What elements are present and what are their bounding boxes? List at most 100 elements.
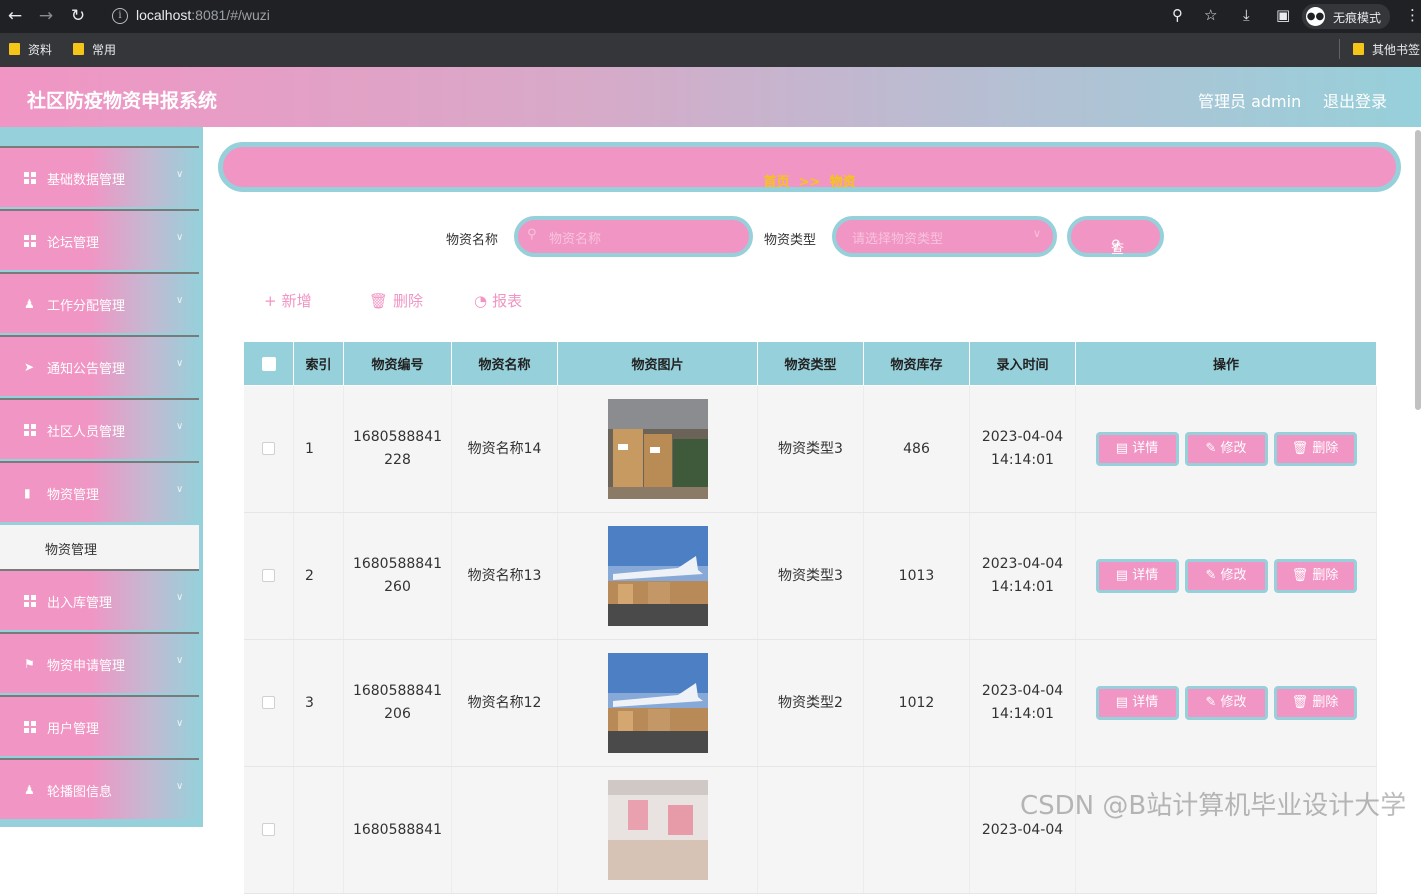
cell-index: 1 bbox=[293, 385, 344, 513]
col-image: 物资图片 bbox=[557, 341, 758, 386]
chevron-down-icon: ∨ bbox=[176, 781, 184, 792]
col-index: 索引 bbox=[293, 341, 344, 386]
back-icon[interactable]: ← bbox=[5, 6, 25, 26]
cell-code: 1680588841 260 bbox=[343, 512, 452, 640]
incognito-badge[interactable]: ●● 无痕模式 bbox=[1302, 4, 1390, 29]
row-checkbox[interactable] bbox=[261, 442, 275, 455]
col-name: 物资名称 bbox=[451, 341, 558, 386]
cell-code: 1680588841 228 bbox=[343, 385, 452, 513]
sidebar-item-label: 论坛管理 bbox=[47, 236, 100, 251]
sidebar-subitem-materials[interactable]: 物资管理 bbox=[0, 525, 199, 569]
edit-icon: ✎ bbox=[1205, 568, 1217, 583]
cell-image[interactable] bbox=[557, 385, 758, 513]
document-icon: ▤ bbox=[1115, 441, 1129, 456]
sidebar-item-community-staff[interactable]: 社区人员管理 ∨ bbox=[0, 398, 199, 459]
document-icon: ▤ bbox=[1115, 695, 1129, 710]
grid-icon bbox=[24, 424, 36, 436]
sidebar-item-notice[interactable]: ➤ 通知公告管理 ∨ bbox=[0, 335, 199, 396]
cell-image[interactable] bbox=[557, 766, 758, 894]
user-icon: ♟ bbox=[24, 297, 35, 311]
sidebar-item-label: 工作分配管理 bbox=[47, 299, 126, 314]
name-search-placeholder: 物资名称 bbox=[549, 232, 602, 247]
delete-button[interactable]: 🗑 删除 bbox=[1273, 559, 1357, 593]
breadcrumb: 首页 >> 物资 bbox=[218, 142, 1401, 192]
col-type: 物资类型 bbox=[757, 341, 864, 386]
type-select[interactable]: 请选择物资类型 ∨ bbox=[832, 216, 1057, 257]
edit-icon: ✎ bbox=[1205, 695, 1217, 710]
forward-icon[interactable]: → bbox=[36, 6, 56, 26]
cell-image[interactable] bbox=[557, 512, 758, 640]
cell-image[interactable] bbox=[557, 639, 758, 767]
breadcrumb-home[interactable]: 首页 bbox=[764, 171, 790, 190]
sidebar-item-work-assign[interactable]: ♟ 工作分配管理 ∨ bbox=[0, 272, 199, 333]
sidepanel-icon[interactable]: ▣ bbox=[1276, 6, 1290, 24]
cell-name bbox=[451, 766, 558, 894]
detail-button[interactable]: ▤ 详情 bbox=[1095, 559, 1179, 593]
bookmark-folder-1[interactable]: 资料 bbox=[9, 41, 52, 58]
trash-icon: 🗑 bbox=[1291, 441, 1309, 456]
cell-index: 3 bbox=[293, 639, 344, 767]
add-button[interactable]: + 新增 bbox=[264, 290, 312, 311]
edit-button[interactable]: ✎ 修改 bbox=[1184, 432, 1268, 466]
delete-button[interactable]: 🗑 删除 bbox=[1273, 686, 1357, 720]
pie-chart-icon: ◔ bbox=[474, 292, 488, 310]
download-icon[interactable]: ⤓ bbox=[1243, 6, 1250, 24]
key-icon[interactable]: ⚲ bbox=[1172, 6, 1183, 24]
logout-link[interactable]: 退出登录 bbox=[1323, 88, 1387, 112]
sidebar-item-materials[interactable]: ▮ 物资管理 ∨ bbox=[0, 461, 199, 522]
row-checkbox[interactable] bbox=[261, 569, 275, 582]
chevron-down-icon: ∨ bbox=[176, 295, 184, 306]
cell-actions: ▤ 详情 ✎ 修改 🗑 删除 bbox=[1075, 512, 1377, 640]
other-bookmarks[interactable]: 其他书签 bbox=[1353, 41, 1420, 58]
sidebar-item-users[interactable]: 用户管理 ∨ bbox=[0, 695, 199, 756]
admin-user: 管理员 admin bbox=[1198, 92, 1302, 111]
edit-icon: ✎ bbox=[1205, 441, 1217, 456]
sidebar: 基础数据管理 ∨ 论坛管理 ∨ ♟ 工作分配管理 ∨ ➤ 通知公告管理 ∨ 社区… bbox=[0, 127, 203, 827]
plus-icon: + bbox=[264, 292, 277, 310]
report-button[interactable]: ◔ 报表 bbox=[474, 290, 522, 311]
row-checkbox-cell bbox=[243, 639, 294, 767]
detail-button[interactable]: ▤ 详情 bbox=[1095, 686, 1179, 720]
chevron-down-icon: ∨ bbox=[176, 718, 184, 729]
col-stock: 物资库存 bbox=[863, 341, 970, 386]
menu-icon[interactable]: ⋮ bbox=[1405, 6, 1420, 24]
cell-name: 物资名称13 bbox=[451, 512, 558, 640]
row-checkbox[interactable] bbox=[261, 823, 275, 836]
breadcrumb-separator: >> bbox=[798, 175, 821, 190]
row-checkbox-cell bbox=[243, 512, 294, 640]
incognito-label: 无痕模式 bbox=[1333, 11, 1382, 25]
row-checkbox-cell bbox=[243, 766, 294, 894]
cell-type: 物资类型2 bbox=[757, 639, 864, 767]
cell-actions: ▤ 详情 ✎ 修改 🗑 删除 bbox=[1075, 639, 1377, 767]
sidebar-item-forum[interactable]: 论坛管理 ∨ bbox=[0, 209, 199, 270]
sidebar-item-label: 社区人员管理 bbox=[47, 425, 126, 440]
sidebar-item-carousel[interactable]: ♟ 轮播图信息 ∨ bbox=[0, 758, 199, 819]
material-image bbox=[607, 526, 708, 626]
row-checkbox[interactable] bbox=[261, 696, 275, 709]
star-icon[interactable]: ☆ bbox=[1204, 6, 1217, 24]
table-header-row: 索引 物资编号 物资名称 物资图片 物资类型 物资库存 录入时间 操作 bbox=[243, 341, 1377, 386]
sidebar-item-apply[interactable]: ⚑ 物资申请管理 ∨ bbox=[0, 632, 199, 693]
cell-index bbox=[293, 766, 344, 894]
app-title: 社区防疫物资申报系统 bbox=[27, 90, 218, 112]
sidebar-item-label: 物资管理 bbox=[47, 488, 100, 503]
sidebar-item-basic-data[interactable]: 基础数据管理 ∨ bbox=[0, 146, 199, 207]
detail-button[interactable]: ▤ 详情 bbox=[1095, 432, 1179, 466]
sidebar-item-inout[interactable]: 出入库管理 ∨ bbox=[0, 569, 199, 630]
query-button[interactable]: 查询 ⚲ bbox=[1067, 216, 1164, 276]
bookmark-folder-2[interactable]: 常用 bbox=[73, 41, 116, 58]
chevron-down-icon: ∨ bbox=[176, 169, 184, 180]
page-scrollbar[interactable] bbox=[1415, 130, 1421, 410]
edit-button[interactable]: ✎ 修改 bbox=[1184, 559, 1268, 593]
address-bar[interactable]: i localhost:8081/#/wuzi bbox=[104, 3, 1234, 30]
name-search-input[interactable]: ⚲ 物资名称 bbox=[514, 216, 753, 257]
cell-code: 1680588841 bbox=[343, 766, 452, 894]
edit-button[interactable]: ✎ 修改 bbox=[1184, 686, 1268, 720]
batch-delete-button[interactable]: 🗑 删除 bbox=[369, 290, 423, 311]
watermark: CSDN @B站计算机毕业设计大学 bbox=[1020, 791, 1407, 821]
cell-type: 物资类型3 bbox=[757, 385, 864, 513]
delete-button[interactable]: 🗑 删除 bbox=[1273, 432, 1357, 466]
reload-icon[interactable]: ↻ bbox=[68, 6, 88, 26]
select-all-checkbox[interactable] bbox=[261, 356, 276, 371]
site-info-icon[interactable]: i bbox=[112, 8, 128, 24]
